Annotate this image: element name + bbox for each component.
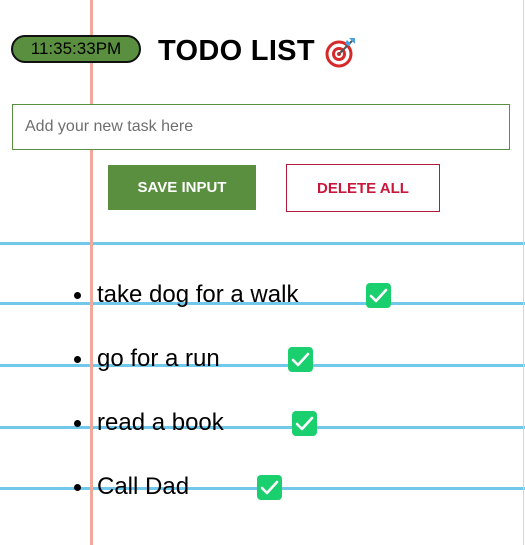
bullet-icon [74, 483, 81, 491]
task-text: take dog for a walk [97, 281, 299, 308]
notebook-ruled-line [0, 242, 525, 245]
bullet-icon [74, 419, 81, 427]
check-icon[interactable] [291, 410, 317, 436]
check-icon[interactable] [366, 282, 392, 308]
check-icon[interactable] [287, 346, 313, 372]
notebook-margin-line [90, 0, 93, 545]
target-icon [325, 36, 357, 68]
page-title: TODO LIST [158, 35, 357, 68]
task-text: go for a run [97, 345, 220, 372]
task-text: Call Dad [97, 473, 190, 500]
page-title-text: TODO LIST [158, 35, 315, 67]
new-task-input[interactable] [12, 104, 510, 150]
task-item: take dog for a walk [74, 280, 392, 310]
page-edge [523, 0, 524, 545]
bullet-icon [74, 355, 81, 363]
delete-all-button[interactable]: DELETE ALL [286, 164, 440, 212]
clock-display: 11:35:33PM [11, 35, 141, 63]
bullet-icon [74, 291, 81, 299]
task-text: read a book [97, 409, 224, 436]
save-input-button[interactable]: SAVE INPUT [108, 165, 256, 210]
task-item: go for a run [74, 344, 313, 374]
task-item: read a book [74, 408, 317, 438]
check-icon[interactable] [257, 474, 283, 500]
task-item: Call Dad [74, 472, 283, 502]
